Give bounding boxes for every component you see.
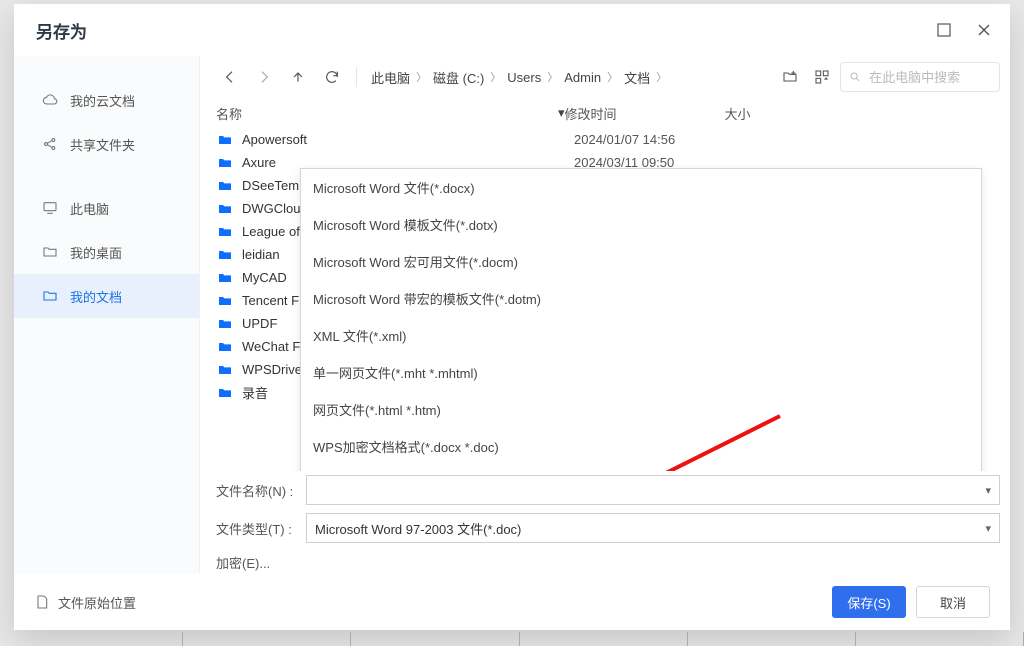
list-item[interactable]: Apowersoft2024/01/07 14:56	[210, 128, 1010, 151]
file-type-dropdown: Microsoft Word 文件(*.docx) Microsoft Word…	[300, 168, 982, 471]
original-location-link[interactable]: 文件原始位置	[34, 593, 136, 612]
maximize-button[interactable]	[924, 10, 964, 50]
forward-button[interactable]	[250, 63, 278, 91]
file-type-option[interactable]: XML 文件(*.xml)	[301, 317, 981, 354]
sidebar-item-shared[interactable]: 共享文件夹	[14, 122, 199, 166]
title-bar: 另存为	[14, 4, 1010, 56]
file-name-row: 文件名称(N) : ▾	[210, 471, 1010, 509]
chevron-right-icon: 〉	[656, 69, 667, 85]
monitor-icon	[42, 200, 58, 216]
cloud-icon	[42, 92, 58, 108]
sidebar-item-documents[interactable]: 我的文档	[14, 274, 199, 318]
chevron-right-icon: 〉	[607, 69, 618, 85]
search-box[interactable]	[840, 62, 1000, 92]
folder-outline-icon	[42, 288, 58, 304]
chevron-right-icon: 〉	[416, 69, 427, 85]
file-type-option[interactable]: Microsoft Word 文件(*.docx)	[301, 169, 981, 206]
share-icon	[42, 136, 58, 152]
new-folder-button[interactable]	[776, 63, 804, 91]
file-type-label: 文件类型(T) :	[216, 519, 294, 538]
col-name[interactable]: 名称	[216, 104, 576, 123]
sidebar-item-label: 我的云文档	[70, 91, 135, 110]
search-icon	[849, 70, 861, 84]
view-mode-button[interactable]	[808, 63, 836, 91]
footer-bar: 文件原始位置 保存(S) 取消	[14, 574, 1010, 630]
cancel-button[interactable]: 取消	[916, 586, 990, 618]
document-icon	[34, 594, 50, 610]
chevron-right-icon: 〉	[547, 69, 558, 85]
close-button[interactable]	[964, 10, 1004, 50]
file-name-label: 文件名称(N) :	[216, 481, 294, 500]
file-type-row: 文件类型(T) : Microsoft Word 97-2003 文件(*.do…	[210, 509, 1010, 547]
file-type-option[interactable]: 网页文件(*.html *.htm)	[301, 391, 981, 428]
breadcrumb-seg[interactable]: 文档	[624, 68, 650, 87]
sidebar-item-desktop[interactable]: 我的桌面	[14, 230, 199, 274]
col-modified[interactable]: 修改时间	[565, 104, 725, 123]
file-type-option[interactable]: Word XML 文档(*.xml)	[301, 465, 981, 471]
list-header: 名称 ▾ 修改时间 大小	[210, 98, 1010, 128]
breadcrumb[interactable]: 此电脑〉 磁盘 (C:)〉 Users〉 Admin〉 文档〉	[367, 68, 770, 87]
main-panel: 此电脑〉 磁盘 (C:)〉 Users〉 Admin〉 文档〉 名	[199, 56, 1010, 574]
search-input[interactable]	[867, 69, 991, 86]
folder-outline-icon	[42, 244, 58, 260]
back-button[interactable]	[216, 63, 244, 91]
sidebar-item-label: 我的文档	[70, 287, 122, 306]
file-list: Apowersoft2024/01/07 14:56 Axure2024/03/…	[210, 128, 1010, 471]
breadcrumb-seg[interactable]: Users	[507, 70, 541, 85]
chevron-down-icon: ▾	[985, 522, 991, 535]
file-name-input[interactable]: ▾	[306, 475, 1000, 505]
file-type-select[interactable]: Microsoft Word 97-2003 文件(*.doc)▾	[306, 513, 1000, 543]
background-grid	[15, 632, 1024, 646]
save-as-dialog: 另存为 我的云文档 共享文件夹	[14, 4, 1010, 630]
nav-toolbar: 此电脑〉 磁盘 (C:)〉 Users〉 Admin〉 文档〉	[210, 56, 1010, 98]
encrypt-link[interactable]: 加密(E)...	[210, 547, 1010, 574]
file-type-option[interactable]: Microsoft Word 模板文件(*.dotx)	[301, 206, 981, 243]
sidebar: 我的云文档 共享文件夹 此电脑 我的桌面	[14, 56, 199, 574]
save-button[interactable]: 保存(S)	[832, 586, 906, 618]
file-type-option[interactable]: WPS加密文档格式(*.docx *.doc)	[301, 428, 981, 465]
file-type-option[interactable]: Microsoft Word 带宏的模板文件(*.dotm)	[301, 280, 981, 317]
sidebar-item-label: 此电脑	[70, 199, 109, 218]
up-button[interactable]	[284, 63, 312, 91]
sidebar-item-label: 我的桌面	[70, 243, 122, 262]
refresh-button[interactable]	[318, 63, 346, 91]
file-type-option[interactable]: 单一网页文件(*.mht *.mhtml)	[301, 354, 981, 391]
chevron-down-icon: ▾	[985, 484, 991, 497]
sidebar-item-label: 共享文件夹	[70, 135, 135, 154]
sidebar-item-this-pc[interactable]: 此电脑	[14, 186, 199, 230]
col-size[interactable]: 大小	[725, 104, 845, 123]
chevron-right-icon: 〉	[490, 69, 501, 85]
dialog-title: 另存为	[36, 18, 87, 43]
breadcrumb-seg[interactable]: 磁盘 (C:)	[433, 68, 484, 87]
breadcrumb-seg[interactable]: 此电脑	[371, 68, 410, 87]
breadcrumb-seg[interactable]: Admin	[564, 70, 601, 85]
file-type-option[interactable]: Microsoft Word 宏可用文件(*.docm)	[301, 243, 981, 280]
sidebar-item-cloud-docs[interactable]: 我的云文档	[14, 78, 199, 122]
